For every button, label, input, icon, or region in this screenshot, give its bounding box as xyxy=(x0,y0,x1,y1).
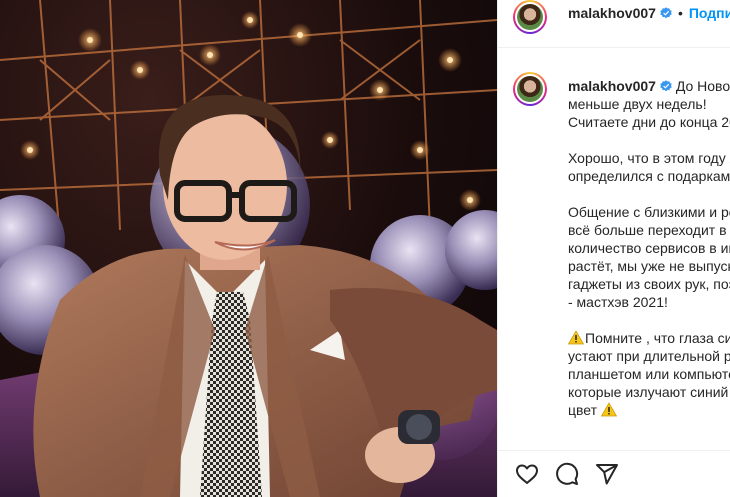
caption-text-line: Хорошо, что в этом году я уже xyxy=(568,150,730,166)
post-photo[interactable] xyxy=(0,0,497,497)
post-side-panel: malakhov007 • Подписаться malakhov007 До… xyxy=(497,0,730,497)
separator-dot: • xyxy=(677,5,683,21)
post-photo-illustration xyxy=(0,0,497,497)
caption-text-line: меньше двух недель! xyxy=(568,96,707,112)
heart-icon xyxy=(516,464,538,484)
caption-text-line: растёт, мы уже не выпускаем xyxy=(568,258,730,274)
like-button[interactable] xyxy=(514,461,540,487)
comment-button[interactable] xyxy=(554,461,580,487)
comment-icon xyxy=(556,462,579,485)
caption-text-line: До Нового года осталось xyxy=(675,78,730,94)
header-user-row: malakhov007 • Подписаться xyxy=(568,5,730,21)
caption-text-line: количество сервисов в интернете xyxy=(568,240,730,256)
verified-badge-icon xyxy=(660,80,672,92)
avatar[interactable] xyxy=(513,0,547,34)
caption-gap xyxy=(568,131,730,149)
caption-avatar[interactable] xyxy=(513,72,547,106)
share-button[interactable] xyxy=(594,461,620,487)
username-link[interactable]: malakhov007 xyxy=(568,5,656,21)
caption-text-line: Считаете дни до конца 2021? xyxy=(568,114,730,130)
post-header: malakhov007 • Подписаться xyxy=(498,0,730,48)
caption-text-line: гаджеты из своих рук, поэтому xyxy=(568,276,730,292)
caption-warning-line: Помните , что глаза сильно xyxy=(568,329,730,347)
caption-text-line: - мастхэв 2021! xyxy=(568,294,668,310)
caption-username-link[interactable]: malakhov007 xyxy=(568,78,656,94)
warning-icon xyxy=(600,402,617,417)
caption-gap xyxy=(568,311,730,329)
caption-text-line: определился с подарками! xyxy=(568,168,730,184)
caption-text-line: планшетом или компьютером, xyxy=(568,366,730,382)
caption-text-line: цвет xyxy=(568,402,598,418)
caption-avatar-image xyxy=(517,76,543,102)
caption-text-line: которые излучают синий xyxy=(568,384,729,400)
follow-button[interactable]: Подписаться xyxy=(689,5,730,21)
caption-text-line: Помните , что глаза сильно xyxy=(585,330,730,346)
share-icon xyxy=(596,464,618,485)
caption-text-line: устают при длительной работе с xyxy=(568,348,730,364)
caption-text-line: всё больше переходит в онлайн, xyxy=(568,222,730,238)
caption-text-line: Общение с близкими и родными xyxy=(568,204,730,220)
caption-line-1: malakhov007 До Нового года осталось xyxy=(568,77,730,95)
avatar-image xyxy=(517,4,543,30)
caption-warning-end-line: цвет xyxy=(568,401,730,419)
post-actions-bar xyxy=(498,450,730,497)
caption-text: malakhov007 До Нового года осталось мень… xyxy=(568,77,730,419)
warning-icon xyxy=(568,330,584,345)
verified-badge-icon xyxy=(660,7,672,19)
caption-gap xyxy=(568,185,730,203)
